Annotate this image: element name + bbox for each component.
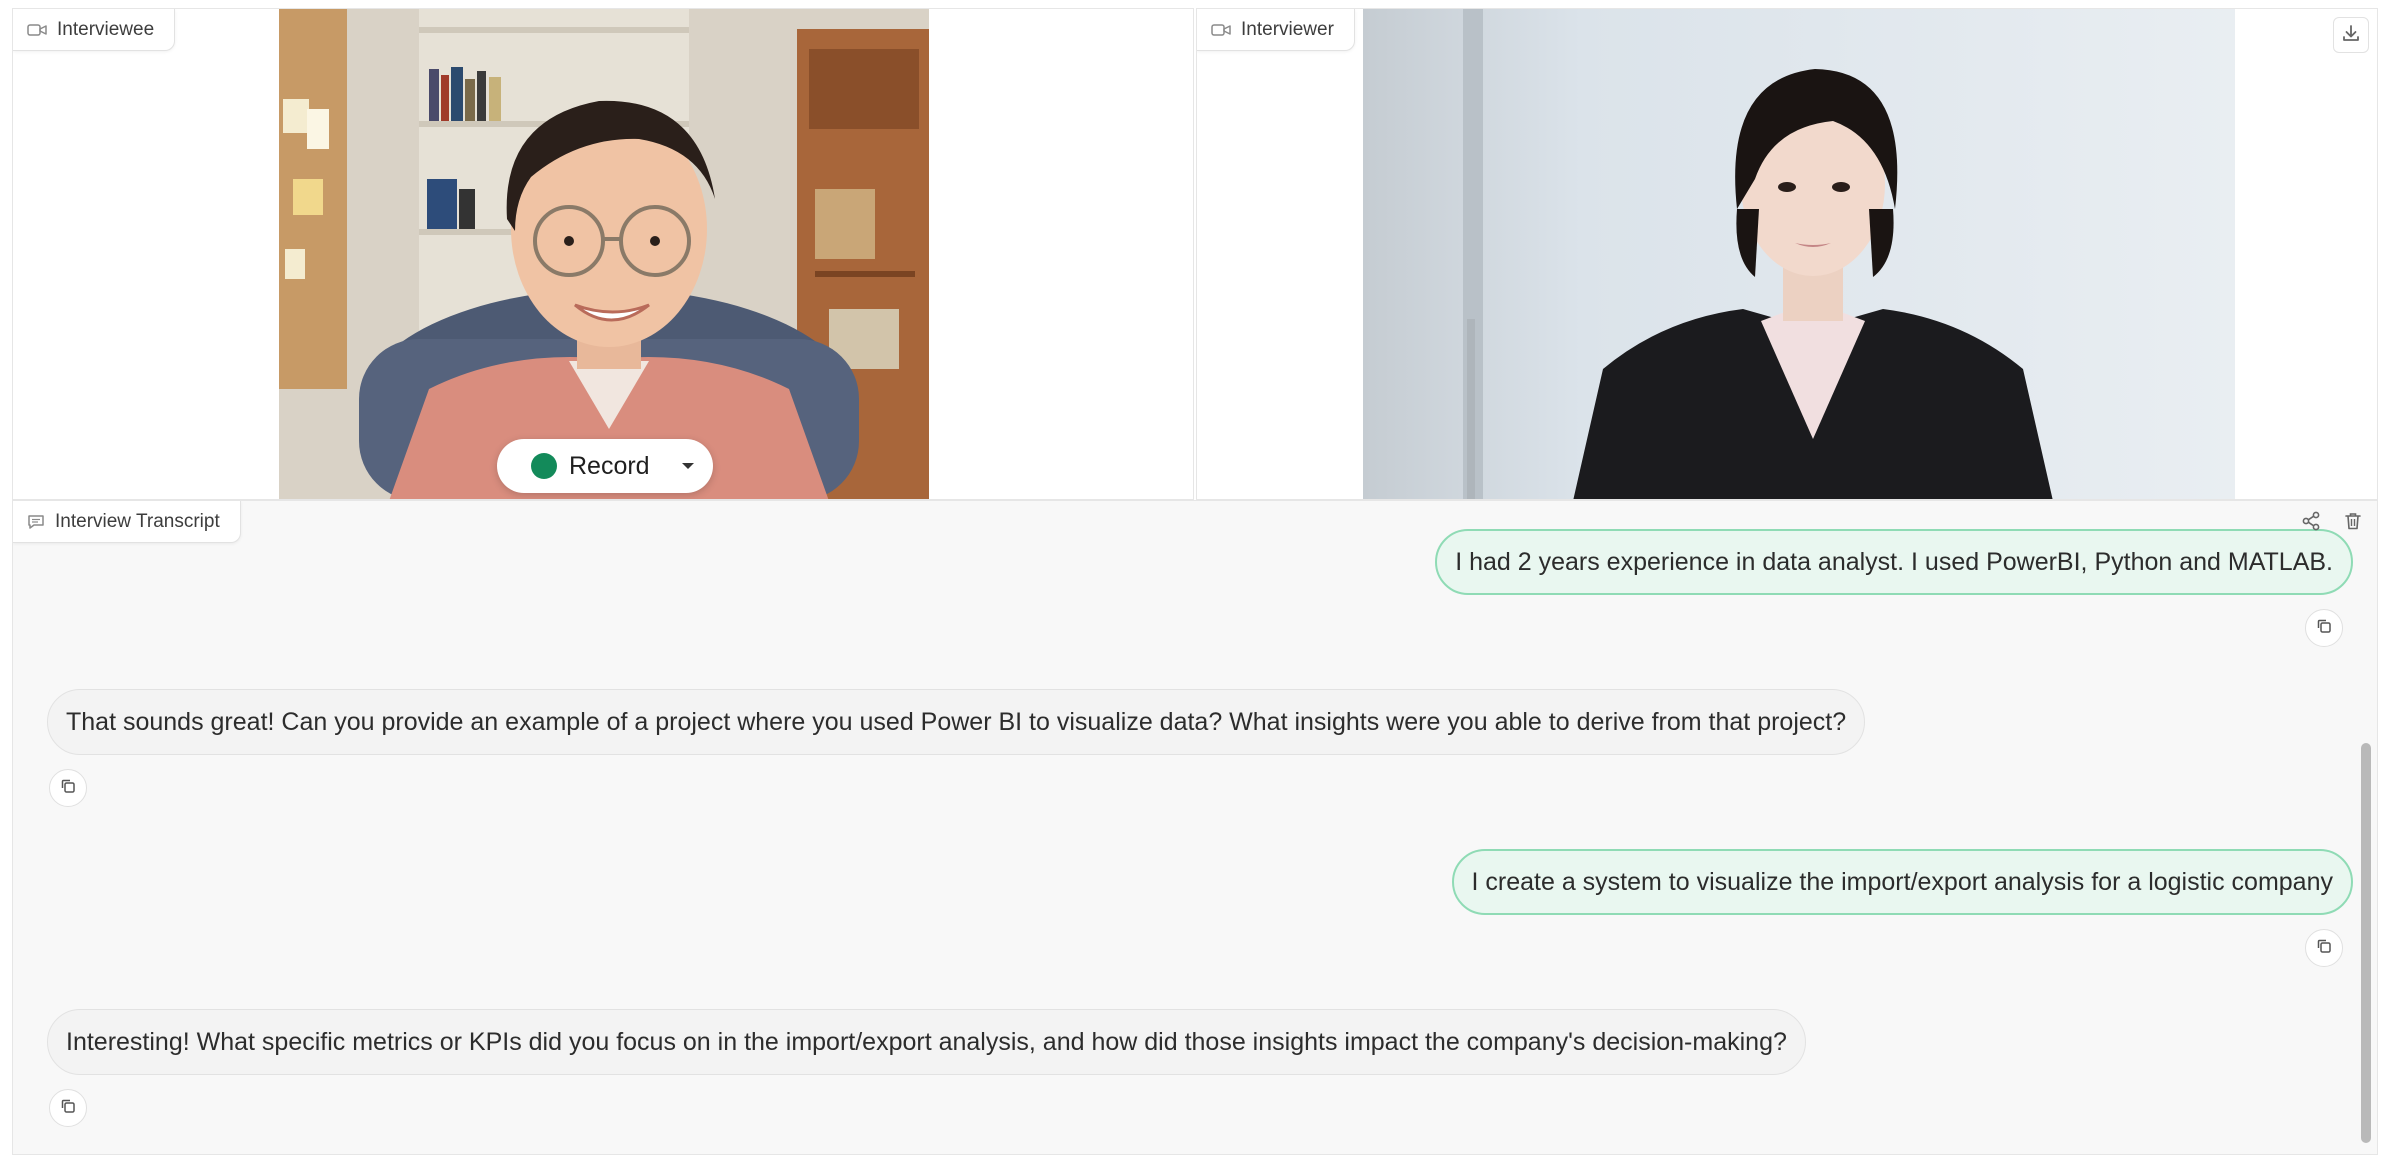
copy-button[interactable]: [49, 1089, 87, 1127]
interview-app: Interviewee Record Interviewer Interview…: [0, 0, 2388, 1155]
message-text: Interesting! What specific metrics or KP…: [66, 1027, 1787, 1056]
share-icon: [2301, 511, 2321, 536]
copy-icon: [2315, 937, 2333, 960]
copy-icon: [59, 1097, 77, 1120]
message-text: That sounds great! Can you provide an ex…: [66, 707, 1847, 736]
transcript-tag: Interview Transcript: [13, 501, 241, 543]
interviewee-video: [279, 9, 929, 499]
copy-button[interactable]: [2305, 929, 2343, 967]
user-message: I had 2 years experience in data analyst…: [1435, 529, 2353, 595]
download-icon: [2341, 23, 2361, 48]
delete-button[interactable]: [2335, 507, 2371, 539]
video-camera-icon: [1211, 23, 1231, 37]
message-text: I create a system to visualize the impor…: [1471, 867, 2333, 896]
interview-transcript-panel: Interview Transcript I had 2 years exper…: [12, 500, 2378, 1155]
copy-icon: [59, 777, 77, 800]
video-camera-icon: [27, 23, 47, 37]
chevron-down-icon[interactable]: [681, 439, 695, 493]
user-message: I create a system to visualize the impor…: [1451, 849, 2353, 915]
copy-button[interactable]: [2305, 609, 2343, 647]
share-button[interactable]: [2293, 507, 2329, 539]
copy-button[interactable]: [49, 769, 87, 807]
interviewer-label: Interviewer: [1241, 18, 1334, 40]
transcript-toolbar: [2293, 507, 2371, 539]
message-text: I had 2 years experience in data analyst…: [1455, 547, 2333, 576]
interviewee-label: Interviewee: [57, 18, 155, 40]
trash-icon: [2343, 511, 2363, 536]
interviewer-panel: Interviewer: [1196, 8, 2378, 500]
interviewer-tag: Interviewer: [1197, 9, 1355, 51]
chat-bubble-icon: [27, 514, 45, 530]
interviewer-video: [1363, 9, 2235, 499]
video-row: Interviewee Record Interviewer: [12, 8, 2378, 500]
assistant-message: That sounds great! Can you provide an ex…: [47, 689, 1866, 755]
assistant-message: Interesting! What specific metrics or KP…: [47, 1009, 1806, 1075]
download-button[interactable]: [2333, 17, 2369, 53]
scrollbar-thumb[interactable]: [2361, 743, 2371, 1143]
transcript-label: Interview Transcript: [55, 510, 220, 532]
message-list: I had 2 years experience in data analyst…: [13, 501, 2353, 1154]
record-button[interactable]: Record: [497, 439, 713, 493]
interviewee-tag: Interviewee: [13, 9, 176, 51]
record-label: Record: [569, 451, 650, 480]
record-dot-icon: [531, 453, 557, 479]
transcript-scrollbar[interactable]: [2359, 733, 2373, 1154]
interviewee-panel: Interviewee Record: [12, 8, 1194, 500]
copy-icon: [2315, 617, 2333, 640]
